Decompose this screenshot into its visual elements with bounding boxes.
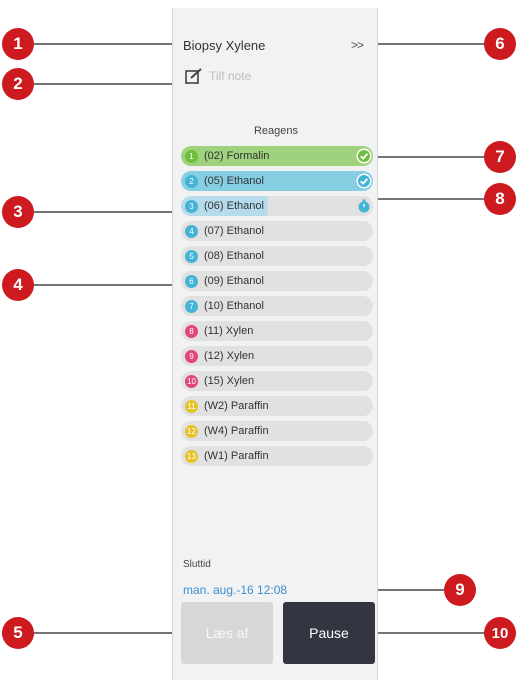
reagent-row[interactable]: 9 (12) Xylen (181, 346, 373, 366)
reagent-label: (11) Xylen (204, 325, 254, 337)
callout-3: 3 (2, 196, 34, 228)
reagent-number-badge: 9 (185, 349, 198, 363)
callout-5: 5 (2, 617, 34, 649)
reagent-number-badge: 7 (185, 299, 198, 313)
add-note-label: Tilf note (209, 69, 252, 83)
reagent-label: (15) Xylen (204, 375, 255, 387)
end-time-label: Sluttid (183, 559, 211, 570)
reagent-row[interactable]: 12 (W4) Paraffin (181, 421, 373, 441)
reagent-list: 1 (02) Formalin 2 (05) Ethanol 3 (06) Ethanol… (181, 146, 373, 471)
callout-6: 6 (484, 28, 516, 60)
callout-4: 4 (2, 269, 34, 301)
reagent-label: (W2) Paraffin (204, 400, 269, 412)
callout-9: 9 (444, 574, 476, 606)
callout-8: 8 (484, 183, 516, 215)
end-time-value: man. aug.-16 12:08 (183, 583, 288, 597)
reagent-number-badge: 8 (185, 324, 198, 338)
reagent-number-badge: 6 (185, 274, 198, 288)
edit-note-icon (185, 68, 202, 84)
protocol-title: Biopsy Xylene (183, 38, 266, 53)
reagent-label: (02) Formalin (204, 150, 270, 162)
reagent-row[interactable]: 13 (W1) Paraffin (181, 446, 373, 466)
reagent-label: (10) Ethanol (204, 300, 264, 312)
reagent-row[interactable]: 2 (05) Ethanol (181, 171, 373, 191)
step-running-icon (358, 199, 370, 213)
reagent-row[interactable]: 4 (07) Ethanol (181, 221, 373, 241)
reagent-label: (09) Ethanol (204, 275, 264, 287)
reagent-row[interactable]: 11 (W2) Paraffin (181, 396, 373, 416)
reagent-label: (12) Xylen (204, 350, 255, 362)
add-note-button[interactable]: Tilf note (185, 68, 251, 84)
reagent-number-badge: 12 (185, 424, 198, 438)
reagent-row[interactable]: 3 (06) Ethanol (181, 196, 373, 216)
protocol-panel: Biopsy Xylene >> Tilf note Reagens 1 (02)… (172, 8, 378, 680)
reagent-label: (07) Ethanol (204, 225, 264, 237)
reagent-row[interactable]: 1 (02) Formalin (181, 146, 373, 166)
callout-2: 2 (2, 68, 34, 100)
reagent-row[interactable]: 7 (10) Ethanol (181, 296, 373, 316)
reagent-label: (W1) Paraffin (204, 450, 269, 462)
reagent-number-badge: 11 (185, 399, 198, 413)
reagent-number-badge: 4 (185, 224, 198, 238)
reagent-row[interactable]: 10 (15) Xylen (181, 371, 373, 391)
reagent-row[interactable]: 6 (09) Ethanol (181, 271, 373, 291)
reagent-number-badge: 2 (185, 174, 198, 188)
expand-panel-button[interactable]: >> (351, 38, 364, 52)
reagent-number-badge: 5 (185, 249, 198, 263)
callout-7: 7 (484, 141, 516, 173)
reagents-heading: Reagens (253, 125, 299, 137)
reagent-label: (06) Ethanol (204, 200, 264, 212)
reagent-number-badge: 3 (185, 199, 198, 213)
pause-button[interactable]: Pause (283, 602, 375, 664)
unload-button[interactable]: Læs af (181, 602, 273, 664)
reagent-row[interactable]: 8 (11) Xylen (181, 321, 373, 341)
callout-10: 10 (484, 617, 516, 649)
step-complete-check-icon (356, 173, 372, 189)
reagent-label: (05) Ethanol (204, 175, 264, 187)
step-complete-check-icon (356, 148, 372, 164)
reagent-row[interactable]: 5 (08) Ethanol (181, 246, 373, 266)
reagent-label: (08) Ethanol (204, 250, 264, 262)
reagent-number-badge: 10 (185, 374, 198, 388)
reagent-number-badge: 1 (185, 149, 198, 163)
callout-1: 1 (2, 28, 34, 60)
reagent-label: (W4) Paraffin (204, 425, 269, 437)
reagent-number-badge: 13 (185, 449, 198, 463)
